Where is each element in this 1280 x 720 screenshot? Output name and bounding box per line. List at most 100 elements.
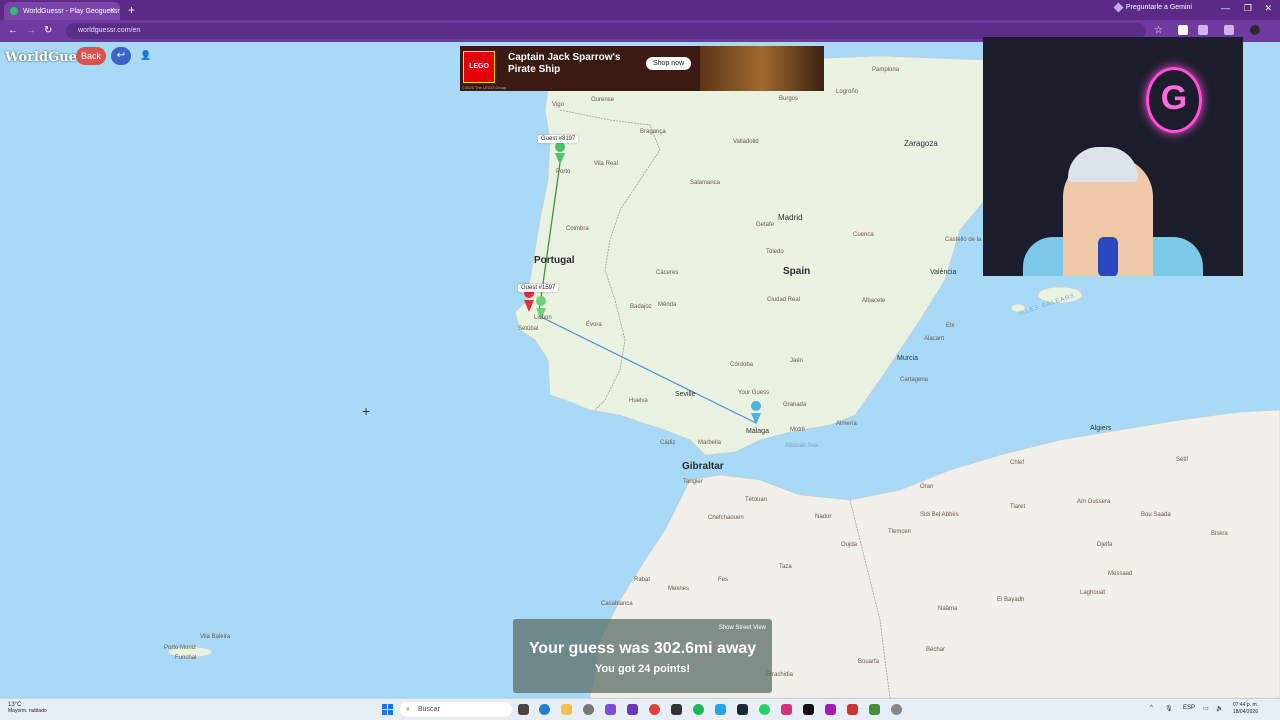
city-label: Algiers [1090, 425, 1112, 432]
taskbar-search[interactable]: ⌕ Buscar [400, 702, 512, 717]
city-label: Chefchaouen [708, 515, 744, 521]
tiktok-icon[interactable] [803, 704, 814, 715]
instagram-icon[interactable] [781, 704, 792, 715]
settings-icon[interactable] [583, 704, 594, 715]
worldguessr-favicon-icon [10, 7, 18, 15]
minimize-icon[interactable]: — [1221, 3, 1230, 13]
browser-tab-bar: WorldGuessr - Play Geoguessr × + Pregunt… [0, 0, 1280, 20]
your-guess-label: Your Guess [738, 390, 770, 396]
gemini-button[interactable]: Preguntarle a Gemini [1113, 2, 1192, 13]
microphone-icon [1098, 237, 1118, 276]
city-label: Valladolid [733, 139, 759, 145]
restore-icon[interactable]: ❐ [1244, 3, 1252, 14]
city-label: Tiaret [1010, 504, 1026, 510]
pin-label-guest-8197: Guest #8197 [538, 135, 579, 143]
back-button[interactable]: Back [76, 47, 106, 65]
city-label: Vila Real [594, 161, 618, 167]
city-label: Salamanca [690, 180, 721, 186]
close-window-icon[interactable]: ✕ [1264, 3, 1272, 14]
city-label: Chlef [1010, 460, 1025, 466]
city-label: Logroño [836, 89, 859, 95]
city-label: Cádiz [660, 440, 676, 446]
network-icon[interactable]: ▭ [1203, 705, 1209, 712]
new-tab-button[interactable]: + [128, 3, 135, 17]
city-label: Cuenca [853, 232, 874, 238]
whatsapp-icon[interactable] [759, 704, 770, 715]
city-label: Seville [675, 391, 696, 398]
city-label: Burgos [779, 96, 799, 102]
streamer-cap [1068, 147, 1138, 182]
task-view-icon[interactable] [518, 704, 529, 715]
tab-title: WorldGuessr - Play Geoguessr [23, 7, 120, 15]
reload-icon[interactable]: ↻ [44, 25, 52, 36]
city-label: Jaén [790, 358, 804, 364]
back-arrow-icon[interactable]: ← [8, 25, 18, 36]
obs-icon[interactable] [627, 704, 638, 715]
windows-start-icon[interactable] [382, 704, 393, 715]
app-icon[interactable] [891, 704, 902, 715]
edge-icon[interactable] [539, 704, 550, 715]
city-label: Béchar [926, 647, 946, 653]
result-panel: Show Street View Your guess was 302.6mi … [513, 619, 772, 693]
city-label: Huelva [629, 398, 648, 404]
city-label: Bouarfa [858, 659, 880, 665]
app-icon[interactable] [869, 704, 880, 715]
browser-tab[interactable]: WorldGuessr - Play Geoguessr × [4, 2, 120, 20]
city-label: Alacant [924, 336, 945, 342]
profile-avatar[interactable] [1250, 25, 1260, 35]
file-explorer-icon[interactable] [561, 704, 572, 715]
tray-icon[interactable]: 🎙 [1165, 705, 1173, 712]
city-label: Almería [836, 421, 857, 427]
city-label: Djelfa [1097, 542, 1113, 548]
city-label: Tétouan [745, 497, 768, 503]
tray-chevron-icon[interactable]: ^ [1150, 705, 1153, 711]
city-label: Granada [783, 402, 807, 408]
url-text: worldguessr.com/en [78, 27, 141, 34]
app-icon[interactable] [825, 704, 836, 715]
city-label: Pamplona [872, 67, 900, 73]
volume-icon[interactable]: 🔈 [1216, 705, 1223, 712]
city-label: Mérida [658, 302, 677, 308]
city-label: Motril [790, 427, 805, 433]
gemini-label: Preguntarle a Gemini [1125, 4, 1192, 11]
taskbar-clock[interactable]: 07:44 p. m. 18/04/2026 [1233, 702, 1258, 716]
telegram-icon[interactable] [715, 704, 726, 715]
city-label: Meknes [668, 586, 690, 592]
close-tab-icon[interactable]: × [110, 5, 115, 15]
language-indicator[interactable]: ESP [1183, 705, 1195, 711]
bookmark-star-icon[interactable]: ☆ [1154, 25, 1163, 36]
sea-label: Alboran Sea [785, 443, 819, 449]
pin-label-guest-1597: Guest #1597 [518, 284, 559, 292]
forward-arrow-icon[interactable]: → [26, 25, 36, 36]
city-label: Madrid [778, 213, 803, 222]
user-icon[interactable]: 👤 [140, 50, 151, 61]
ad-banner[interactable]: LEGO Captain Jack Sparrow's Pirate Ship … [460, 46, 824, 91]
city-label: Elx [946, 323, 955, 329]
city-label: Biskra [1211, 531, 1228, 537]
city-label: Coimbra [566, 226, 589, 232]
extension-icon[interactable] [1178, 25, 1188, 35]
city-label: Laghouat [1080, 590, 1106, 596]
city-label: Bou Saada [1141, 512, 1171, 518]
extensions-puzzle-icon[interactable] [1198, 25, 1208, 35]
weather-widget[interactable]: 13°C Mayorm. nublado [8, 702, 47, 714]
search-placeholder: Buscar [418, 706, 440, 713]
city-label: Funchal [175, 655, 197, 661]
city-label: Évora [586, 322, 602, 328]
app-icon[interactable] [671, 704, 682, 715]
app-icon[interactable] [605, 704, 616, 715]
city-label: Fes [718, 577, 729, 583]
city-label: Cartagena [900, 377, 929, 383]
chrome-icon[interactable] [649, 704, 660, 715]
ad-product-image [700, 46, 824, 91]
windows-taskbar: 13°C Mayorm. nublado ⌕ Buscar ^ 🎙 ESP ▭ … [0, 698, 1280, 720]
spotify-icon[interactable] [693, 704, 704, 715]
city-label: Porto Moniz [164, 645, 197, 651]
share-icon[interactable]: ↩ [111, 47, 131, 65]
app-icon[interactable] [847, 704, 858, 715]
steam-icon[interactable] [737, 704, 748, 715]
shop-now-button[interactable]: Shop now [646, 57, 692, 70]
country-label-portugal: Portugal [534, 255, 575, 266]
show-street-view-button[interactable]: Show Street View [719, 625, 766, 631]
sidebar-icon[interactable] [1224, 25, 1234, 35]
